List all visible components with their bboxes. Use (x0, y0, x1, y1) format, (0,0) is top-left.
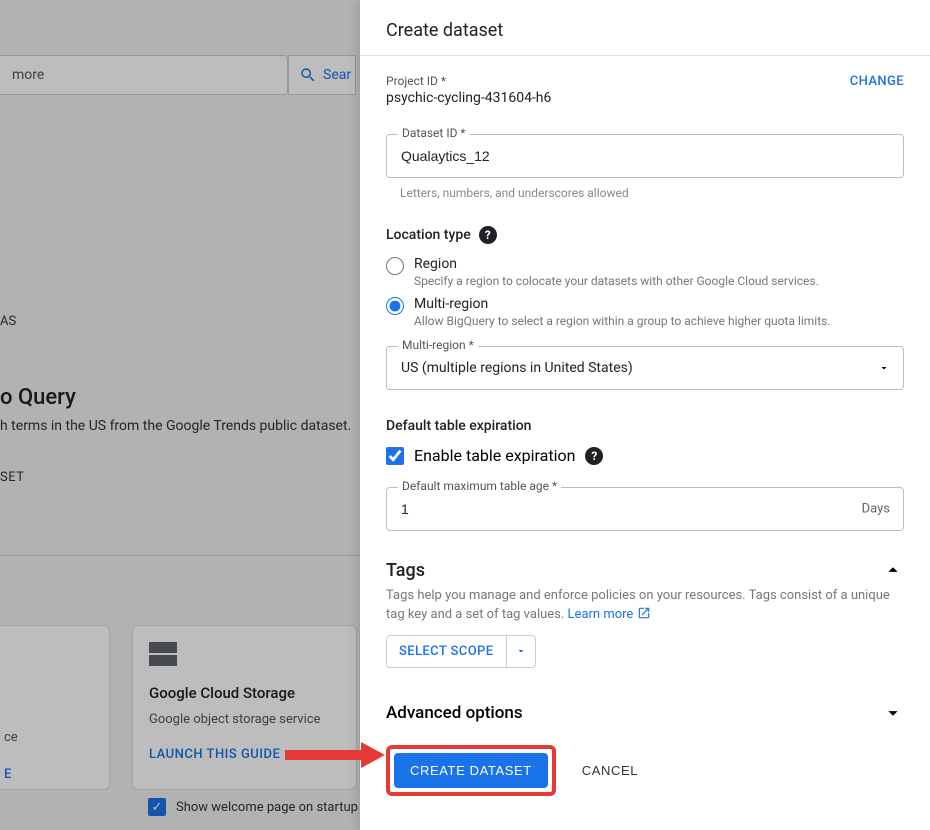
chevron-down-icon[interactable] (882, 702, 904, 724)
create-dataset-panel: Create dataset Project ID * psychic-cycl… (360, 0, 930, 830)
multiregion-select[interactable]: US (multiple regions in United States) (386, 346, 904, 390)
search-input-bg: more (0, 55, 288, 95)
help-icon[interactable]: ? (585, 447, 603, 465)
launch-guide-link: LAUNCH THIS GUIDE (149, 747, 340, 762)
radio-multiregion-desc: Allow BigQuery to select a region within… (414, 314, 831, 328)
chevron-up-icon[interactable] (882, 559, 904, 581)
bg-heading: o Query (0, 385, 76, 410)
help-icon[interactable]: ? (479, 226, 497, 244)
bg-subtitle: h terms in the US from the Google Trends… (0, 418, 351, 434)
search-icon (299, 66, 317, 84)
max-age-label: Default maximum table age * (398, 479, 561, 493)
storage-icon (149, 642, 177, 666)
bg-card-left-partial: ce E (0, 625, 110, 790)
external-link-icon (637, 606, 651, 620)
expiration-title: Default table expiration (386, 418, 531, 434)
radio-region-label: Region (414, 256, 819, 272)
multiregion-field-label: Multi-region * (398, 338, 478, 352)
tags-title: Tags (386, 560, 425, 581)
card-title: Google Cloud Storage (149, 684, 340, 702)
annotation-highlight: CREATE DATASET (386, 745, 556, 796)
max-age-input[interactable] (386, 487, 904, 531)
project-id-label: Project ID * (386, 74, 551, 88)
radio-region-input[interactable] (386, 257, 404, 275)
radio-region[interactable]: Region Specify a region to colocate your… (386, 256, 904, 288)
panel-footer: CREATE DATASET CANCEL (360, 725, 930, 830)
checkbox-checked-icon: ✓ (148, 798, 166, 816)
enable-expiration-checkbox[interactable] (386, 447, 404, 465)
advanced-options-title: Advanced options (386, 703, 523, 723)
dataset-id-label: Dataset ID * (398, 126, 470, 140)
project-id-value: psychic-cycling-431604-h6 (386, 90, 551, 106)
learn-more-link[interactable]: Learn more (568, 607, 651, 622)
enable-expiration-label: Enable table expiration (414, 446, 575, 465)
bg-text-as: AS (0, 314, 16, 329)
welcome-checkbox-row: ✓ Show welcome page on startup (148, 798, 358, 816)
radio-region-desc: Specify a region to colocate your datase… (414, 274, 819, 288)
dropdown-arrow-icon (515, 645, 527, 657)
location-type-label: Location type (386, 227, 471, 243)
dataset-id-helper: Letters, numbers, and underscores allowe… (386, 186, 904, 200)
bg-chip: SET (0, 470, 25, 485)
change-project-button[interactable]: CHANGE (850, 74, 904, 89)
max-age-suffix: Days (862, 502, 890, 517)
radio-multiregion-input[interactable] (386, 297, 404, 315)
bg-card-gcs: Google Cloud Storage Google object stora… (132, 625, 357, 790)
radio-multiregion[interactable]: Multi-region Allow BigQuery to select a … (386, 296, 904, 328)
radio-multiregion-label: Multi-region (414, 296, 831, 312)
select-scope-button[interactable]: SELECT SCOPE (386, 635, 536, 668)
panel-title: Create dataset (360, 0, 930, 56)
search-button-bg: Sear (288, 55, 356, 95)
card-desc: Google object storage service (149, 712, 340, 727)
create-dataset-button[interactable]: CREATE DATASET (394, 753, 548, 788)
bg-divider (0, 555, 360, 556)
tags-description: Tags help you manage and enforce policie… (386, 587, 904, 625)
cancel-button[interactable]: CANCEL (582, 763, 638, 778)
dataset-id-input[interactable] (386, 134, 904, 178)
select-scope-dropdown[interactable] (506, 636, 535, 667)
